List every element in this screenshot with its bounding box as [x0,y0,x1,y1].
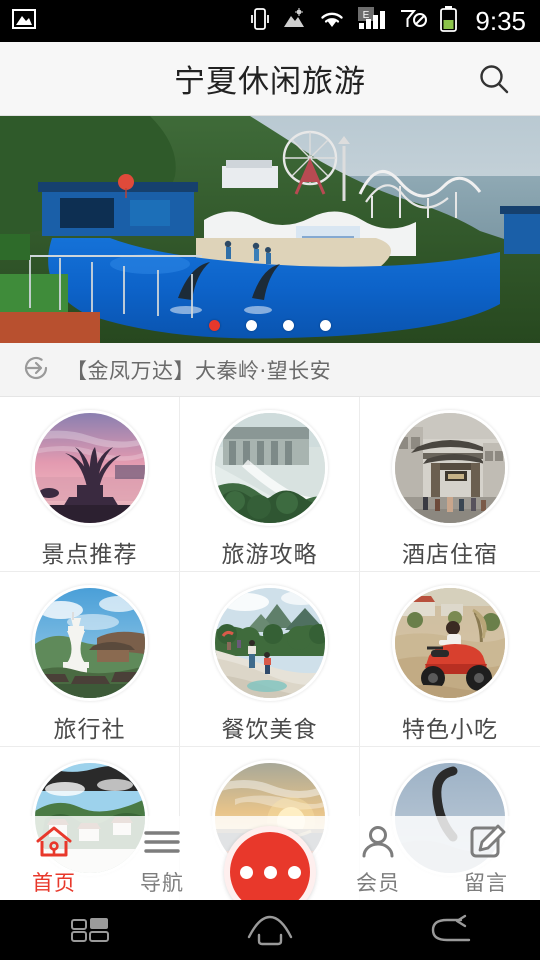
back-icon[interactable] [360,914,540,946]
grid-item-travel-guide[interactable]: 旅游攻略 [180,397,360,572]
menu-icon [142,824,182,864]
grid-item-snacks[interactable]: 特色小吃 [360,572,540,747]
photo-icon [282,8,306,34]
search-icon[interactable] [472,57,516,101]
atv-desert-thumb [392,585,508,701]
dam-waterfall-thumb [211,410,328,526]
refresh-arrow-icon [20,352,52,388]
grid-item-label: 景点推荐 [41,542,138,568]
phone-screen: E 9:35 宁夏休闲旅游 【金凤万达】大秦岭·望长安 景点推荐 旅游攻略 酒店… [0,0,540,960]
tab-label: 会员 [356,870,400,895]
scroll-content[interactable]: 【金凤万达】大秦岭·望长安 景点推荐 旅游攻略 酒店住宿 旅行社 餐饮美食 特色… [0,116,540,900]
image-icon [12,7,36,35]
carousel-dots[interactable] [0,320,540,331]
news-ticker[interactable]: 【金凤万达】大秦岭·望长安 [0,343,540,397]
grid-item-label: 旅行社 [53,717,126,743]
vibrate-icon [250,7,270,35]
status-bar-clock: 9:35 [475,6,526,36]
grid-item-hotel[interactable]: 酒店住宿 [360,397,540,572]
fab-dot-3 [287,865,301,879]
home-icon [34,824,74,864]
tab-message[interactable]: 留言 [432,816,540,900]
app-header: 宁夏休闲旅游 [0,42,540,116]
battery-icon [440,6,458,36]
android-navigation-bar [0,900,540,960]
status-bar-right: E 9:35 [250,6,526,36]
compose-icon [466,824,506,864]
carousel-dot-3[interactable] [283,320,294,331]
grid-item-dining[interactable]: 餐饮美食 [180,572,360,747]
grid-item-travel-agency[interactable]: 旅行社 [0,572,180,747]
tab-label: 留言 [464,870,508,895]
river-valley-thumb [211,585,328,701]
recents-icon[interactable] [0,914,180,946]
ticker-text: 【金凤万达】大秦岭·望长安 [66,358,332,383]
white-pagoda-thumb [31,585,148,701]
status-bar: E 9:35 [0,0,540,42]
grid-item-scenic-spots[interactable]: 景点推荐 [0,397,180,572]
grid-item-label: 餐饮美食 [221,717,318,743]
grid-item-label: 酒店住宿 [402,542,498,568]
tab-label: 首页 [32,870,76,895]
fab-dot-2 [263,865,277,879]
grid-item-label: 旅游攻略 [221,542,318,568]
tab-home[interactable]: 首页 [0,816,108,900]
no-sim-icon [400,8,428,34]
carousel-dot-4[interactable] [320,320,331,331]
status-bar-left [12,7,36,35]
person-icon [358,824,398,864]
banner-image [0,116,540,343]
wifi-icon [318,8,346,34]
chinese-gateway-thumb [392,410,508,526]
page-title: 宁夏休闲旅游 [174,64,366,100]
carousel-dot-2[interactable] [246,320,257,331]
sunset-sculpture-thumb [31,410,148,526]
tab-member[interactable]: 会员 [324,816,432,900]
tab-label: 导航 [140,870,184,895]
grid-item-label: 特色小吃 [402,717,498,743]
carousel-dot-1[interactable] [209,320,220,331]
banner-carousel[interactable] [0,116,540,343]
home-icon[interactable] [180,913,360,947]
tab-navigation[interactable]: 导航 [108,816,216,900]
signal-e-icon: E [358,7,388,35]
fab-dot-1 [239,865,253,879]
